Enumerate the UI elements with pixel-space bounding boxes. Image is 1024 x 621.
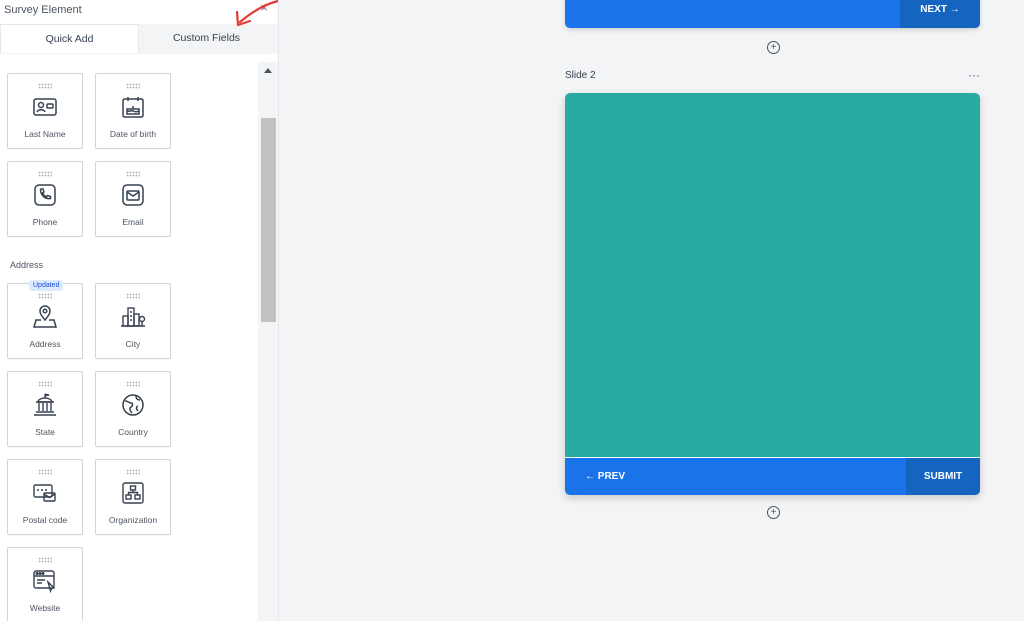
updated-badge: Updated [29, 280, 64, 291]
drag-handle-icon[interactable] [126, 293, 140, 299]
drag-handle-icon[interactable] [38, 557, 52, 563]
field-label: Country [118, 427, 148, 437]
slide-2-label: Slide 2 [565, 70, 596, 81]
field-card-city[interactable]: City [95, 283, 171, 359]
org-chart-icon [120, 480, 146, 506]
submit-button[interactable]: SUBMIT [906, 458, 980, 495]
field-label: Postal code [22, 515, 68, 525]
field-card-address[interactable]: Updated Address [7, 280, 83, 359]
field-label: State [35, 427, 55, 437]
field-label: Phone [32, 217, 58, 227]
more-options-icon[interactable]: ··· [968, 68, 980, 82]
add-slide-icon[interactable]: + [767, 506, 780, 519]
field-card-organization[interactable]: Organization [95, 459, 171, 535]
close-icon[interactable]: × [257, 1, 271, 15]
map-pin-icon [32, 304, 58, 330]
slide-2-body[interactable] [565, 93, 980, 457]
field-card-country[interactable]: Country [95, 371, 171, 447]
field-label: City [125, 339, 141, 349]
id-card-icon [32, 94, 58, 120]
field-label: Organization [108, 515, 158, 525]
phone-icon [32, 182, 58, 208]
mail-icon [120, 182, 146, 208]
field-card-last-name[interactable]: Last Name [7, 73, 83, 149]
section-label-address: Address [10, 260, 44, 270]
field-card-state[interactable]: State [7, 371, 83, 447]
drag-handle-icon[interactable] [38, 171, 52, 177]
field-label: Address [29, 339, 61, 349]
field-card-phone[interactable]: Phone [7, 161, 83, 237]
next-button[interactable]: NEXT → [900, 0, 980, 28]
field-card-website[interactable]: Website [7, 547, 83, 621]
field-label: Website [29, 603, 61, 613]
drag-handle-icon[interactable] [38, 381, 52, 387]
prev-button[interactable]: ← PREV [585, 458, 625, 495]
field-card-postal-code[interactable]: Postal code [7, 459, 83, 535]
scroll-up-arrow-icon[interactable] [264, 68, 272, 73]
survey-element-panel: Survey Element × Quick Add Custom Fields… [0, 0, 279, 621]
scrollbar-thumb[interactable] [261, 118, 276, 322]
postal-envelope-icon [32, 480, 58, 506]
drag-handle-icon[interactable] [38, 293, 52, 299]
tab-custom-fields[interactable]: Custom Fields [137, 24, 276, 52]
field-label: Last Name [24, 129, 66, 139]
field-list: Last Name Date of birth Phone Email Addr… [0, 60, 258, 621]
drag-handle-icon[interactable] [126, 469, 140, 475]
tab-quick-add[interactable]: Quick Add [0, 24, 139, 53]
city-buildings-icon [120, 304, 146, 330]
slide-2[interactable]: ← PREV SUBMIT [565, 93, 980, 495]
browser-window-icon [32, 568, 58, 594]
drag-handle-icon[interactable] [126, 171, 140, 177]
field-label: Date of birth [109, 129, 157, 139]
slide-2-footer: ← PREV SUBMIT [565, 457, 980, 495]
field-card-email[interactable]: Email [95, 161, 171, 237]
panel-title: Survey Element [4, 4, 82, 16]
drag-handle-icon[interactable] [126, 83, 140, 89]
drag-handle-icon[interactable] [38, 83, 52, 89]
slide-1-footer: NEXT → [565, 0, 980, 28]
capitol-building-icon [32, 392, 58, 418]
field-card-date-of-birth[interactable]: Date of birth [95, 73, 171, 149]
add-slide-icon[interactable]: + [767, 41, 780, 54]
drag-handle-icon[interactable] [126, 381, 140, 387]
calendar-cake-icon [120, 94, 146, 120]
drag-handle-icon[interactable] [38, 469, 52, 475]
field-label: Email [122, 217, 144, 227]
panel-tabs: Quick Add Custom Fields [0, 24, 278, 54]
globe-icon [120, 392, 146, 418]
